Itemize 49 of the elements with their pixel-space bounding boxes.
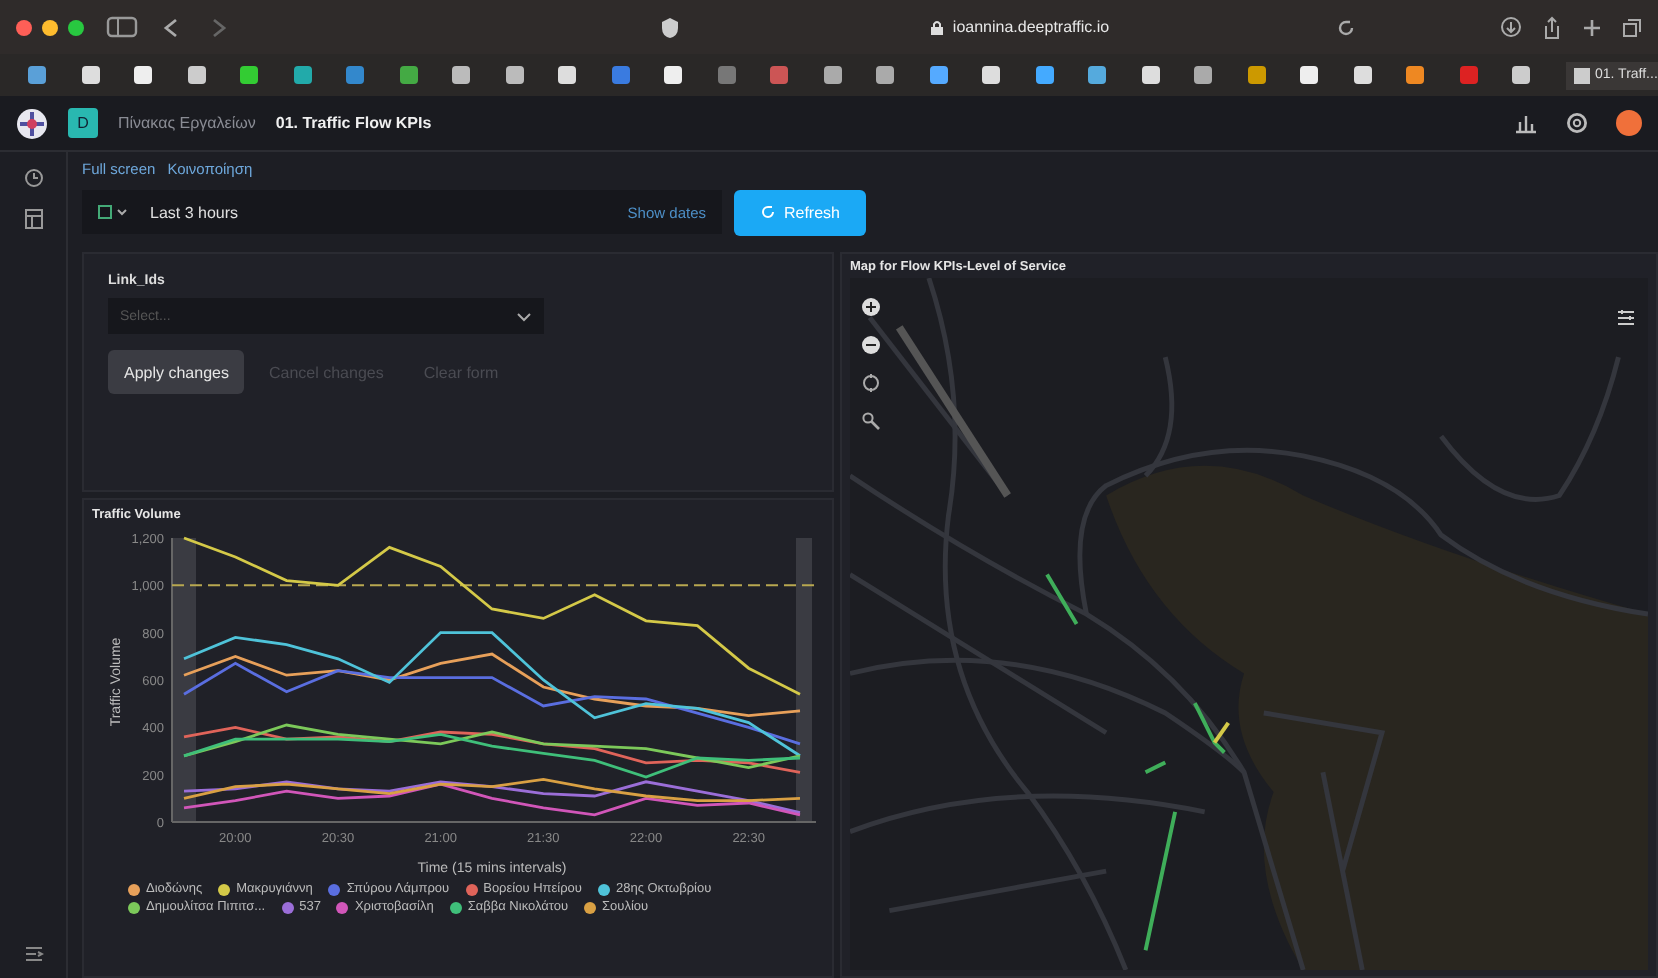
bookmark-icon[interactable] (134, 66, 152, 84)
collapse-icon[interactable] (23, 946, 43, 962)
draw-tool-icon[interactable] (862, 412, 880, 430)
window-close-button[interactable] (16, 19, 32, 35)
window-minimize-button[interactable] (42, 19, 58, 35)
bookmark-icon[interactable] (1035, 66, 1053, 84)
bookmark-icon[interactable] (81, 66, 99, 84)
lock-icon (930, 19, 945, 35)
calendar-dropdown-icon[interactable] (98, 204, 130, 220)
bookmark-icon[interactable] (1300, 66, 1318, 84)
shield-icon[interactable] (660, 15, 680, 39)
logo-icon[interactable] (16, 107, 48, 139)
refresh-icon (759, 204, 776, 220)
user-avatar[interactable] (1616, 110, 1642, 136)
compass-icon[interactable] (862, 374, 880, 392)
reload-icon[interactable] (1336, 17, 1356, 37)
bookmark-icon[interactable] (505, 66, 523, 84)
bookmark-icon[interactable] (823, 66, 841, 84)
sidebar-icon[interactable] (106, 16, 138, 38)
download-icon[interactable] (1500, 16, 1522, 38)
news-feed-icon[interactable] (1514, 113, 1538, 133)
tabs-overview-icon[interactable] (1622, 17, 1642, 37)
address-bar[interactable]: ioannina.deeptraffic.io (720, 9, 1320, 45)
bookmark-icon[interactable] (1247, 66, 1265, 84)
breadcrumb[interactable]: Πίνακας Εργαλείων (118, 114, 256, 132)
form-button[interactable]: Apply changes (108, 350, 245, 394)
help-icon[interactable] (1566, 112, 1588, 134)
space-badge[interactable]: D (68, 108, 98, 138)
bookmark-icon[interactable] (1353, 66, 1371, 84)
breadcrumb[interactable]: 01. Traffic Flow KPIs (275, 114, 432, 132)
time-range: Last 3 hours (150, 203, 239, 221)
bookmark-icon[interactable] (558, 66, 576, 84)
brush-handle[interactable] (796, 538, 812, 822)
new-tab-icon[interactable] (1582, 17, 1602, 37)
clock-icon[interactable] (23, 168, 43, 188)
share-icon[interactable] (1542, 15, 1562, 39)
window-maximize-button[interactable] (68, 19, 84, 35)
chevron-down-icon (516, 311, 532, 321)
layers-icon[interactable] (1616, 310, 1636, 326)
bookmark-icon[interactable] (293, 66, 311, 84)
zoom-in-button[interactable] (862, 298, 880, 316)
bookmark-icon[interactable] (1141, 66, 1159, 84)
bookmark-icon[interactable] (982, 66, 1000, 84)
bookmark-icon[interactable] (664, 66, 682, 84)
bookmark-icon[interactable] (187, 66, 205, 84)
dashboard-icon[interactable] (23, 208, 43, 230)
bookmark-icon[interactable] (399, 66, 417, 84)
bookmark-icon[interactable] (929, 66, 947, 84)
zoom-out-button[interactable] (862, 336, 880, 354)
